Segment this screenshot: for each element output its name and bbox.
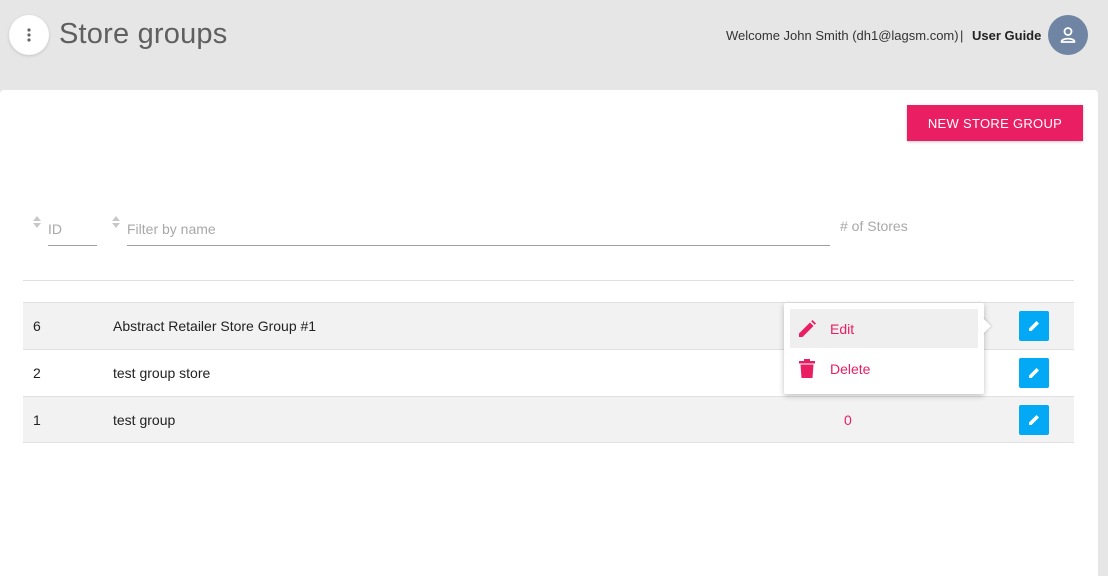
context-menu-edit[interactable]: Edit xyxy=(790,309,978,348)
trash-icon xyxy=(799,358,815,378)
pencil-icon xyxy=(1029,368,1039,378)
pencil-icon xyxy=(799,319,816,337)
context-menu-arrow xyxy=(982,317,991,335)
context-menu-delete[interactable]: Delete xyxy=(790,349,978,388)
main-card: NEW STORE GROUP # of Stores 6 Abstract R… xyxy=(0,90,1098,576)
more-vert-icon xyxy=(27,28,31,42)
new-store-group-button[interactable]: NEW STORE GROUP xyxy=(907,105,1083,141)
menu-button[interactable] xyxy=(9,15,49,55)
row-name: test group xyxy=(113,412,176,428)
sort-icon[interactable] xyxy=(32,215,42,229)
row-id: 2 xyxy=(33,365,41,381)
pencil-icon xyxy=(1029,321,1039,331)
user-guide-link[interactable]: User Guide xyxy=(972,28,1041,43)
id-filter-input[interactable] xyxy=(48,218,97,246)
avatar[interactable] xyxy=(1048,15,1088,55)
row-name: Abstract Retailer Store Group #1 xyxy=(113,318,317,334)
row-name: test group store xyxy=(113,365,211,381)
row-edit-button[interactable] xyxy=(1019,311,1049,341)
name-filter-input[interactable] xyxy=(127,218,830,246)
row-edit-button[interactable] xyxy=(1019,405,1049,435)
row-edit-button[interactable] xyxy=(1019,358,1049,388)
sort-icon[interactable] xyxy=(111,215,121,229)
stores-column-header: # of Stores xyxy=(840,218,908,234)
table-row: 1 test group 0 xyxy=(23,396,1074,443)
row-id: 1 xyxy=(33,412,41,428)
context-menu-edit-label: Edit xyxy=(830,320,855,337)
page-title: Store groups xyxy=(59,18,228,50)
welcome-text: Welcome John Smith (dh1@lagsm.com) xyxy=(726,28,959,43)
person-icon xyxy=(1060,27,1076,43)
table-divider xyxy=(23,280,1074,281)
header-separator: | xyxy=(960,28,964,43)
app-header: Store groups Welcome John Smith (dh1@lag… xyxy=(0,0,1108,90)
context-menu-delete-label: Delete xyxy=(830,360,871,377)
pencil-icon xyxy=(1029,415,1039,425)
row-id: 6 xyxy=(33,318,41,334)
row-store-count: 0 xyxy=(844,412,852,428)
row-context-menu: Edit Delete xyxy=(784,303,991,394)
